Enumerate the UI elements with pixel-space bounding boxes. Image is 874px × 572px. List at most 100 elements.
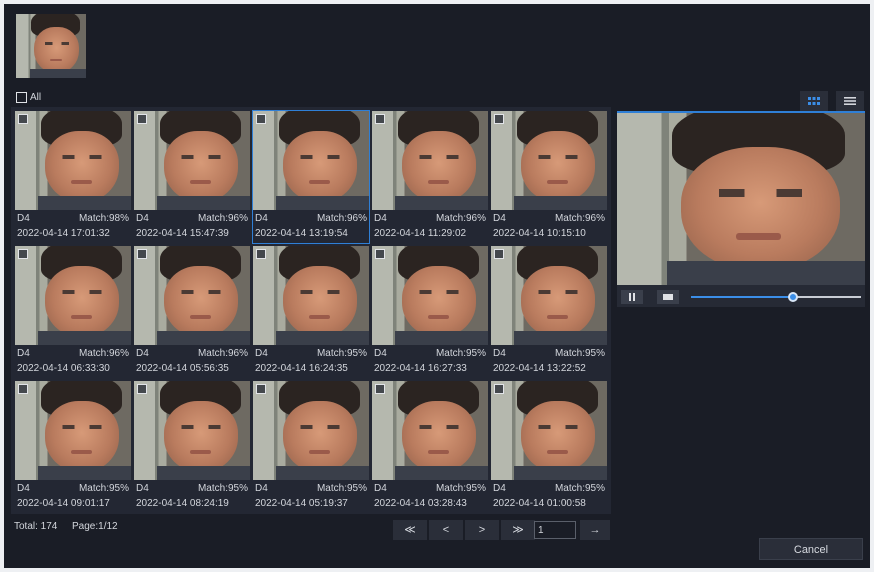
result-card[interactable]: D4 Match:96% 2022-04-14 05:56:35: [134, 246, 250, 378]
result-channel: D4: [255, 213, 268, 224]
result-checkbox[interactable]: [137, 384, 147, 394]
prev-page-button[interactable]: <: [429, 520, 463, 540]
result-time: 2022-04-14 11:29:02: [374, 228, 467, 239]
result-channel: D4: [136, 483, 149, 494]
playback-progress-handle[interactable]: [788, 292, 798, 302]
result-match: Match:96%: [435, 213, 486, 224]
result-meta: D4 Match:95% 2022-04-14 05:19:37: [253, 481, 369, 513]
result-checkbox[interactable]: [375, 384, 385, 394]
result-card[interactable]: D4 Match:96% 2022-04-14 10:15:10: [491, 111, 607, 243]
result-meta: D4 Match:96% 2022-04-14 15:47:39: [134, 211, 250, 243]
page-number-input[interactable]: [534, 521, 576, 539]
result-card[interactable]: D4 Match:96% 2022-04-14 11:29:02: [372, 111, 488, 243]
result-meta: D4 Match:96% 2022-04-14 06:33:30: [15, 346, 131, 378]
result-channel: D4: [374, 213, 387, 224]
result-thumbnail: [372, 111, 488, 210]
result-checkbox[interactable]: [494, 114, 504, 124]
result-checkbox[interactable]: [137, 249, 147, 259]
total-count: Total: 174: [14, 521, 58, 532]
list-view-button[interactable]: [836, 91, 864, 111]
next-page-button[interactable]: >: [465, 520, 499, 540]
stop-button[interactable]: [657, 290, 679, 304]
result-time: 2022-04-14 10:15:10: [493, 228, 586, 239]
result-meta: D4 Match:98% 2022-04-14 17:01:32: [15, 211, 131, 243]
result-checkbox[interactable]: [375, 249, 385, 259]
result-checkbox[interactable]: [494, 249, 504, 259]
result-match: Match:96%: [554, 213, 605, 224]
result-card[interactable]: D4 Match:96% 2022-04-14 15:47:39: [134, 111, 250, 243]
result-match: Match:95%: [316, 483, 367, 494]
select-all-label: All: [30, 92, 42, 103]
result-card[interactable]: D4 Match:95% 2022-04-14 03:28:43: [372, 381, 488, 513]
result-meta: D4 Match:95% 2022-04-14 13:22:52: [491, 346, 607, 378]
result-checkbox[interactable]: [494, 384, 504, 394]
result-meta: D4 Match:96% 2022-04-14 13:19:54: [253, 211, 369, 243]
result-match: Match:95%: [316, 348, 367, 359]
result-channel: D4: [255, 483, 268, 494]
result-channel: D4: [493, 483, 506, 494]
result-channel: D4: [17, 483, 30, 494]
result-channel: D4: [136, 213, 149, 224]
video-preview-panel: [617, 111, 865, 307]
video-frame: [617, 113, 865, 285]
result-meta: D4 Match:96% 2022-04-14 05:56:35: [134, 346, 250, 378]
result-meta: D4 Match:95% 2022-04-14 09:01:17: [15, 481, 131, 513]
result-channel: D4: [17, 213, 30, 224]
result-card[interactable]: D4 Match:95% 2022-04-14 13:22:52: [491, 246, 607, 378]
result-thumbnail: [15, 246, 131, 345]
select-all-checkbox[interactable]: [16, 92, 27, 103]
result-card[interactable]: D4 Match:95% 2022-04-14 09:01:17: [15, 381, 131, 513]
result-card[interactable]: D4 Match:95% 2022-04-14 16:27:33: [372, 246, 488, 378]
first-page-button[interactable]: ≪: [393, 520, 427, 540]
result-checkbox[interactable]: [18, 249, 28, 259]
result-thumbnail: [253, 246, 369, 345]
result-channel: D4: [493, 213, 506, 224]
result-card[interactable]: D4 Match:95% 2022-04-14 16:24:35: [253, 246, 369, 378]
result-thumbnail: [253, 381, 369, 480]
result-checkbox[interactable]: [256, 114, 266, 124]
result-meta: D4 Match:95% 2022-04-14 03:28:43: [372, 481, 488, 513]
result-card[interactable]: D4 Match:96% 2022-04-14 13:19:54: [252, 110, 370, 244]
cancel-button[interactable]: Cancel: [759, 538, 863, 560]
result-time: 2022-04-14 13:19:54: [255, 228, 348, 239]
result-thumbnail: [372, 246, 488, 345]
result-time: 2022-04-14 05:19:37: [255, 498, 348, 509]
result-time: 2022-04-14 16:27:33: [374, 363, 467, 374]
result-meta: D4 Match:96% 2022-04-14 11:29:02: [372, 211, 488, 243]
face-search-results-dialog: All D4 Match:98% 2022-04-14 17:01:32 D4 Matc…: [4, 4, 870, 568]
result-match: Match:95%: [554, 348, 605, 359]
result-channel: D4: [374, 348, 387, 359]
result-meta: D4 Match:95% 2022-04-14 08:24:19: [134, 481, 250, 513]
result-checkbox[interactable]: [375, 114, 385, 124]
result-channel: D4: [136, 348, 149, 359]
result-checkbox[interactable]: [256, 384, 266, 394]
result-match: Match:95%: [435, 483, 486, 494]
result-card[interactable]: D4 Match:95% 2022-04-14 05:19:37: [253, 381, 369, 513]
result-time: 2022-04-14 06:33:30: [17, 363, 110, 374]
result-channel: D4: [374, 483, 387, 494]
result-card[interactable]: D4 Match:98% 2022-04-14 17:01:32: [15, 111, 131, 243]
pause-button[interactable]: [621, 290, 643, 304]
result-checkbox[interactable]: [18, 114, 28, 124]
result-time: 2022-04-14 13:22:52: [493, 363, 586, 374]
page-indicator: Page:1/12: [72, 521, 118, 532]
result-thumbnail: [134, 111, 250, 210]
result-checkbox[interactable]: [137, 114, 147, 124]
go-page-button[interactable]: →: [580, 520, 610, 540]
result-channel: D4: [493, 348, 506, 359]
last-page-button[interactable]: ≫: [501, 520, 535, 540]
result-checkbox[interactable]: [256, 249, 266, 259]
result-card[interactable]: D4 Match:95% 2022-04-14 01:00:58: [491, 381, 607, 513]
result-checkbox[interactable]: [18, 384, 28, 394]
playback-progress-track[interactable]: [691, 292, 861, 302]
result-thumbnail: [15, 111, 131, 210]
result-card[interactable]: D4 Match:95% 2022-04-14 08:24:19: [134, 381, 250, 513]
result-card[interactable]: D4 Match:96% 2022-04-14 06:33:30: [15, 246, 131, 378]
result-match: Match:96%: [316, 213, 367, 224]
target-face-image: [16, 14, 86, 78]
result-meta: D4 Match:96% 2022-04-14 10:15:10: [491, 211, 607, 243]
stop-icon: [663, 294, 673, 300]
grid-view-button[interactable]: [800, 91, 828, 111]
playback-progress-fill: [691, 296, 793, 298]
result-match: Match:96%: [197, 213, 248, 224]
